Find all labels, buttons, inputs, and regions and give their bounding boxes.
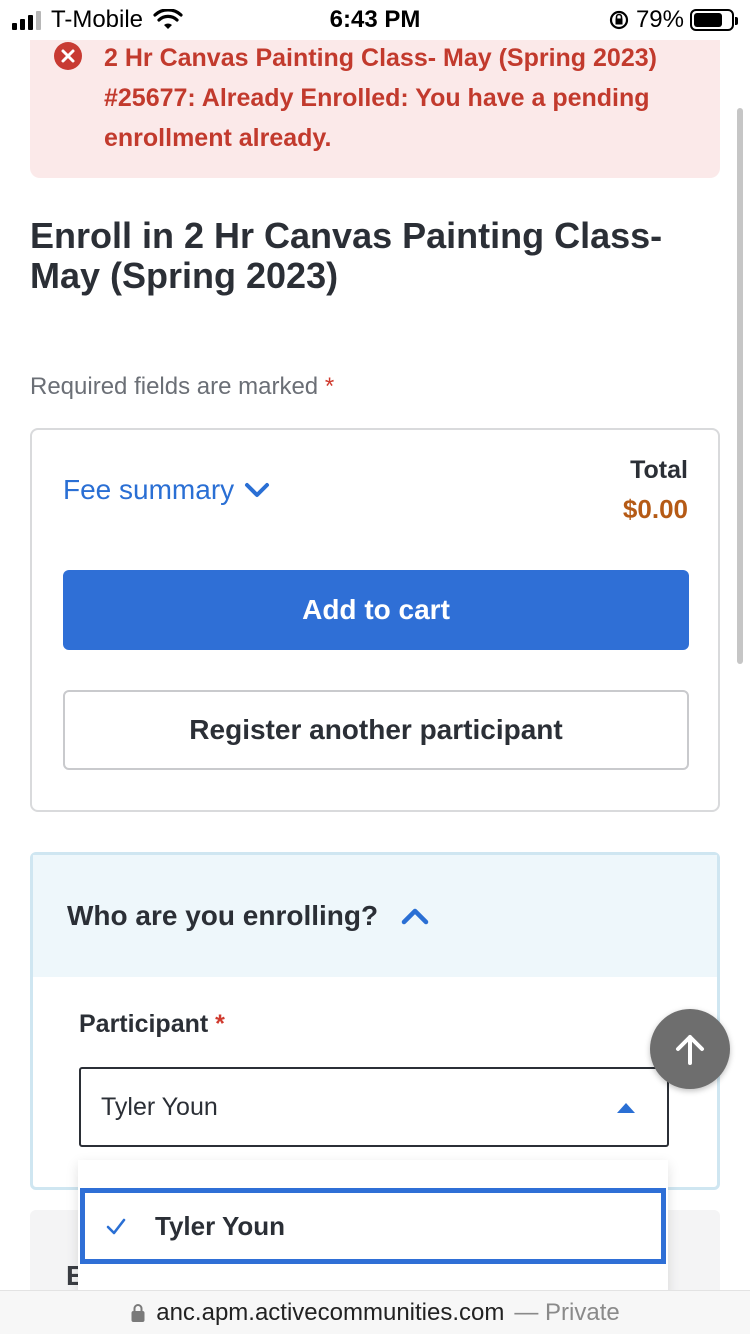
required-note-text: Required fields are marked	[30, 373, 319, 400]
error-message: 2 Hr Canvas Painting Class- May (Spring …	[104, 44, 657, 152]
scrollbar[interactable]	[737, 108, 743, 664]
url-bar[interactable]: anc.apm.activecommunities.com — Private	[0, 1290, 750, 1334]
url-host: anc.apm.activecommunities.com	[156, 1298, 505, 1326]
chevron-up-icon	[401, 908, 429, 925]
battery-percent: 79%	[635, 6, 684, 33]
enrolling-title: Who are you enrolling?	[67, 900, 379, 931]
required-fields-note: Required fields are marked *	[30, 373, 334, 401]
scroll-to-top-button[interactable]	[650, 1009, 730, 1089]
battery-level	[694, 13, 723, 27]
fee-summary-card: Fee summary Total $0.00 Add to cart Regi…	[30, 428, 720, 812]
enrolling-panel: Who are you enrolling? Participant * Tyl…	[30, 852, 720, 1190]
register-another-participant-button[interactable]: Register another participant	[63, 690, 689, 770]
status-bar-right: 79%	[608, 6, 738, 34]
add-to-cart-button[interactable]: Add to cart	[63, 570, 689, 650]
participant-select-value: Tyler Youn	[101, 1093, 218, 1121]
caret-up-icon	[617, 1103, 635, 1113]
chevron-down-icon	[245, 483, 270, 497]
total-value: $0.00	[622, 494, 688, 524]
participant-select[interactable]: Tyler Youn	[79, 1067, 669, 1147]
participant-label: Participant *	[79, 1010, 225, 1039]
lock-icon	[131, 1303, 145, 1322]
participant-option-label: Tyler Youn	[155, 1210, 286, 1241]
required-marker: *	[324, 373, 335, 400]
page-title: Enroll in 2 Hr Canvas Painting Class- Ma…	[30, 215, 663, 296]
enrolling-panel-header[interactable]: Who are you enrolling?	[33, 855, 717, 977]
fee-summary-label: Fee summary	[63, 474, 235, 505]
fee-summary-toggle[interactable]: Fee summary	[63, 474, 270, 506]
error-circle-icon	[54, 42, 82, 70]
participant-dropdown-list: Tyler Youn	[78, 1160, 668, 1296]
arrow-up-icon	[676, 1035, 704, 1065]
total-label: Total	[630, 456, 688, 484]
private-label: — Private	[514, 1298, 620, 1326]
rotation-lock-icon	[609, 10, 629, 30]
participant-label-text: Participant	[79, 1010, 209, 1038]
participant-option[interactable]: Tyler Youn	[80, 1188, 666, 1264]
status-bar: T-Mobile 6:43 PM 79%	[0, 0, 750, 40]
checkmark-icon	[106, 1218, 126, 1235]
error-alert: 2 Hr Canvas Painting Class- May (Spring …	[30, 30, 720, 178]
required-marker: *	[215, 1010, 225, 1038]
battery-icon	[690, 9, 738, 31]
